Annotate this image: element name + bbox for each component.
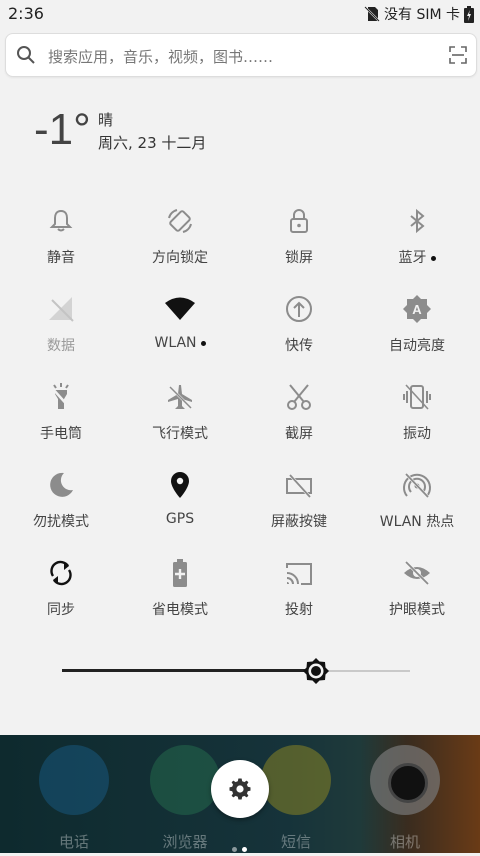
- status-dot: [200, 340, 206, 346]
- cast-icon: [286, 563, 312, 585]
- toggle-mobile-data[interactable]: 数据: [2, 288, 120, 358]
- camera-lens: [388, 763, 428, 803]
- toggle-label: 截屏: [285, 426, 313, 442]
- toggle-battery-saver[interactable]: 省电模式: [121, 552, 239, 622]
- toggle-block-keys[interactable]: 屏蔽按键: [240, 464, 358, 534]
- toggle-label: 屏蔽按键: [271, 514, 327, 530]
- toggle-label: 锁屏: [285, 250, 313, 266]
- toggle-screenshot[interactable]: 截屏: [240, 376, 358, 446]
- toggle-gps[interactable]: GPS: [121, 464, 239, 534]
- brightness-slider[interactable]: [62, 658, 410, 684]
- battery-saver-icon: [173, 559, 187, 587]
- toggle-label-text: WLAN: [154, 335, 197, 351]
- weather-date: 周六, 23 十二月: [98, 134, 207, 152]
- status-time: 2:36: [8, 4, 44, 23]
- auto-brightness-icon: A: [403, 295, 431, 323]
- bluetooth-icon: [410, 208, 425, 234]
- battery-charging-icon: [464, 5, 474, 23]
- scan-icon[interactable]: [448, 45, 468, 65]
- eye-care-icon: [404, 560, 430, 586]
- toggle-hotspot[interactable]: WLAN 热点: [358, 464, 476, 534]
- toggle-label: 勿扰模式: [33, 514, 89, 530]
- settings-button[interactable]: [211, 760, 269, 818]
- lock-icon: [290, 209, 308, 233]
- status-bar: 2:36 没有 SIM 卡: [0, 0, 480, 28]
- no-sim-text: 没有 SIM 卡: [384, 7, 460, 23]
- toggle-bluetooth[interactable]: 蓝牙: [358, 200, 476, 270]
- toggle-label: GPS: [165, 511, 195, 527]
- location-pin-icon: [171, 472, 189, 498]
- quick-transfer-icon: [286, 296, 312, 322]
- toggle-eye-care[interactable]: 护眼模式: [358, 552, 476, 622]
- hotspot-icon: [403, 472, 431, 499]
- wifi-icon: [165, 297, 195, 320]
- toggle-lock-screen[interactable]: 锁屏: [240, 200, 358, 270]
- search-icon: [17, 46, 35, 64]
- toggle-label: 数据: [47, 338, 75, 354]
- dock-app-label: 相机: [389, 833, 420, 851]
- vibrate-icon: [403, 384, 431, 410]
- toggle-vibrate[interactable]: 振动: [358, 376, 476, 446]
- search-bar[interactable]: 搜索应用，音乐，视频，图书……: [5, 33, 477, 77]
- scissors-icon: [287, 384, 311, 410]
- brightness-thumb-icon[interactable]: [303, 658, 330, 684]
- toggle-label: 自动亮度: [389, 338, 445, 354]
- toggle-airplane-mode[interactable]: 飞行模式: [121, 376, 239, 446]
- dock-app-label: 短信: [280, 833, 311, 851]
- airplane-icon: [168, 385, 192, 409]
- sync-icon: [50, 560, 72, 586]
- toggle-mute[interactable]: 静音: [2, 200, 120, 270]
- flashlight-icon: [51, 383, 71, 409]
- toggle-rotation-lock[interactable]: 方向锁定: [121, 200, 239, 270]
- page-indicator: [232, 837, 252, 856]
- phone-icon: [39, 745, 109, 815]
- toggle-auto-brightness[interactable]: A 自动亮度: [358, 288, 476, 358]
- brightness-fill: [62, 669, 317, 672]
- messages-icon: [261, 745, 331, 815]
- toggle-label: 护眼模式: [389, 602, 445, 618]
- weather-temperature: -1°: [34, 105, 91, 154]
- toggle-label: 飞行模式: [152, 426, 208, 442]
- bell-icon: [49, 209, 73, 232]
- toggle-cast[interactable]: 投射: [240, 552, 358, 622]
- dock-app-label: 电话: [58, 833, 89, 851]
- toggle-label: 快传: [285, 338, 313, 354]
- search-placeholder: 搜索应用，音乐，视频，图书……: [48, 48, 274, 66]
- toggle-do-not-disturb[interactable]: 勿扰模式: [2, 464, 120, 534]
- toggle-label: 省电模式: [152, 602, 208, 618]
- block-keys-icon: [286, 473, 312, 499]
- toggle-sync[interactable]: 同步: [2, 552, 120, 622]
- moon-icon: [50, 472, 73, 497]
- toggle-label: 方向锁定: [152, 250, 208, 266]
- dock-app-phone[interactable]: 电话: [34, 745, 114, 851]
- rotation-lock-icon: [168, 209, 192, 233]
- toggle-label: WLAN: [121, 335, 239, 351]
- gear-icon: [229, 778, 251, 800]
- toggle-label: 同步: [47, 602, 75, 618]
- toggle-flashlight[interactable]: 手电筒: [2, 376, 120, 446]
- page-dot-active: [242, 847, 247, 852]
- dock-app-camera[interactable]: 相机: [365, 745, 445, 851]
- toggle-wlan[interactable]: WLAN: [121, 288, 239, 358]
- status-icons: 没有 SIM 卡: [364, 4, 474, 24]
- toggle-label: 振动: [403, 426, 431, 442]
- toggle-label: 投射: [285, 602, 313, 618]
- toggle-quick-transfer[interactable]: 快传: [240, 288, 358, 358]
- no-sim-icon: [364, 6, 380, 22]
- browser-icon: [150, 745, 220, 815]
- toggle-label: 静音: [47, 250, 75, 266]
- mobile-data-icon: [49, 297, 74, 322]
- toggle-label-text: 蓝牙: [398, 250, 427, 266]
- svg-text:A: A: [412, 302, 422, 317]
- toggle-label: WLAN 热点: [379, 514, 455, 530]
- weather-condition: 晴: [98, 111, 114, 129]
- toggle-label: 手电筒: [40, 426, 82, 442]
- toggle-label: 蓝牙: [358, 247, 476, 267]
- dock-app-label: 浏览器: [162, 833, 208, 851]
- page-dot: [232, 847, 237, 852]
- status-dot: [430, 255, 436, 261]
